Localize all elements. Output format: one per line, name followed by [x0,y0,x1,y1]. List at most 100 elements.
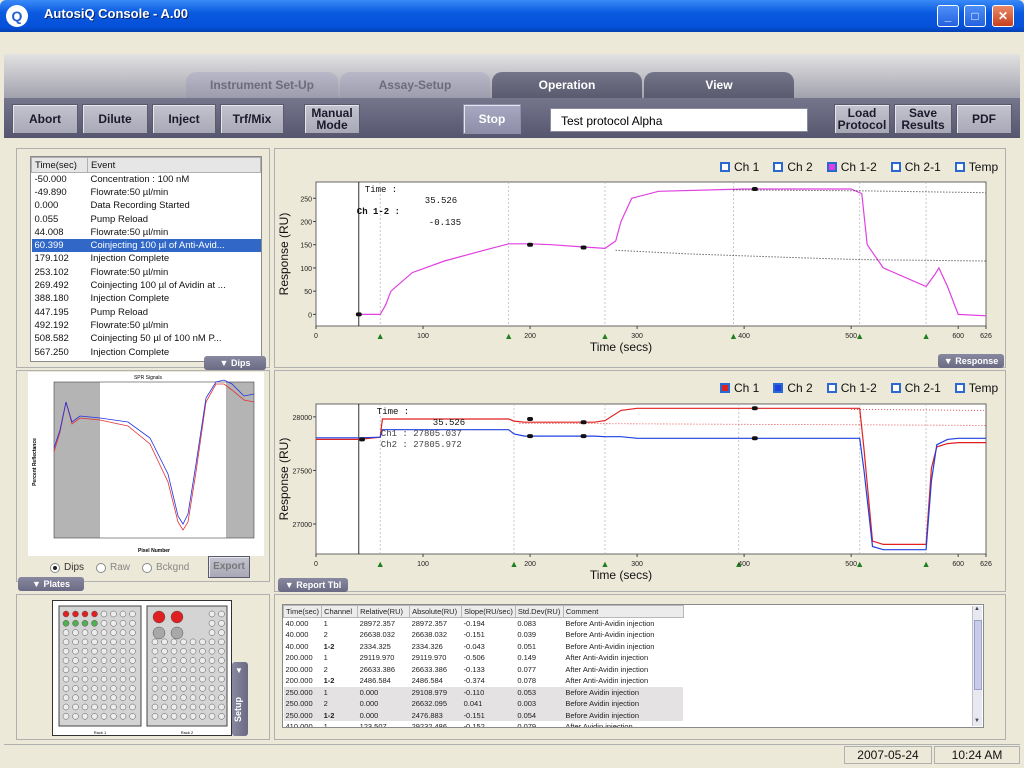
rack1-well[interactable] [62,638,70,646]
rack1-well[interactable] [62,666,70,674]
legend-checkbox[interactable] [826,162,837,172]
tab-operation[interactable]: Operation [492,72,642,98]
rack1-well[interactable] [72,703,79,711]
rack1-well[interactable] [110,620,117,627]
abort-button[interactable]: Abort [12,104,78,134]
data-marker[interactable] [527,434,534,439]
rack2-well[interactable] [180,657,187,664]
report-header-cell[interactable]: Std.Dev(RU) [514,605,564,618]
rack2-well[interactable] [161,675,168,683]
report-scrollbar[interactable]: ▲ ▼ [972,606,982,726]
rack2-well[interactable] [180,703,187,711]
rack1-well[interactable] [119,647,127,655]
rack1-well[interactable] [110,629,117,636]
rack1-well[interactable] [91,647,98,655]
event-row[interactable]: 60.399 Coinjecting 100 µl of Anti-Avid... [31,238,261,253]
rack1-well[interactable] [81,610,89,618]
legend-checkbox[interactable] [890,383,901,393]
rack1-well[interactable] [129,666,136,674]
rack2-well[interactable] [218,629,225,636]
event-row[interactable]: 508.582 Coinjecting 50 µl of 100 nM P... [32,332,261,345]
top-legend-item[interactable]: Ch 1-2 [826,160,877,174]
top-legend-item[interactable]: Ch 2 [773,160,813,174]
rack2-well[interactable] [208,694,216,701]
legend-checkbox[interactable] [890,162,901,172]
rack1-well[interactable] [119,610,127,618]
rack2-well[interactable] [170,694,178,701]
event-row[interactable]: 447.195 Pump Reload [32,305,261,318]
rack1-well[interactable] [72,713,79,720]
data-marker[interactable] [580,245,587,250]
close-button[interactable]: ✕ [992,5,1014,27]
rack1-well[interactable] [119,694,127,701]
rack1-well[interactable] [81,675,89,683]
rack2-well[interactable] [151,675,159,683]
report-row[interactable]: 40.000 1 28972.357 28972.357 -0.194 0.083 Befo… [284,618,684,630]
bottom-legend-item[interactable]: Ch 2-1 [890,381,941,395]
scroll-up-icon[interactable]: ▲ [974,606,980,612]
rack2-well[interactable] [208,685,216,692]
rack1-well[interactable] [81,713,89,720]
legend-checkbox[interactable] [720,383,730,393]
trf-mix-button[interactable]: Trf/Mix [220,104,284,134]
rack2-well[interactable] [218,694,225,701]
rack2-well[interactable] [170,666,178,674]
rack2-well[interactable] [189,647,197,655]
rack2-well[interactable] [180,694,187,701]
protocol-name-field[interactable]: Test protocol Alpha [550,108,808,132]
rack2-well[interactable] [151,685,159,692]
rack2-well[interactable] [218,675,225,683]
rack1-well[interactable] [91,629,98,636]
rack1-well[interactable] [110,610,117,618]
report-row[interactable]: 200.000 1 29119.970 29119.970 -0.506 0.149 Aft… [284,652,684,664]
report-row[interactable]: 250.000 1 0.000 29108.979 -0.110 0.053 Before … [283,686,684,698]
rack2-well[interactable] [208,675,216,683]
minimize-button[interactable]: _ [937,5,959,27]
report-toggle-strip[interactable]: ▼ Report Tbl [278,578,348,592]
rack1-well[interactable] [100,685,108,692]
maximize-button[interactable]: □ [964,5,986,27]
rack2-well[interactable] [199,647,206,655]
rack1-well[interactable] [100,703,108,711]
rack2-well[interactable] [151,713,159,720]
rack2-well[interactable] [218,666,225,674]
rack1-well[interactable] [91,703,98,711]
rack2-well[interactable] [208,657,216,664]
rack2-well[interactable] [208,703,216,711]
rack2-well[interactable] [208,666,216,674]
rack2-well[interactable] [199,657,206,664]
rack1-well[interactable] [81,620,89,627]
event-row[interactable]: 269.492 Coinjecting 100 µl of Avidin at .… [32,279,261,292]
legend-checkbox[interactable] [826,383,837,393]
rack2-well[interactable] [208,629,216,636]
rack1-well[interactable] [62,694,70,701]
rack1-well[interactable] [119,675,127,683]
rack1-well[interactable] [72,620,79,627]
rack1-well[interactable] [62,675,70,683]
rack2-well[interactable] [151,647,159,655]
bottom-legend-item[interactable]: Ch 1-2 [826,381,877,395]
rack2-well[interactable] [180,638,187,646]
dips-toggle-strip[interactable]: ▼ Dips [204,356,266,370]
data-marker[interactable] [527,242,534,247]
rack2-well[interactable] [208,610,216,618]
report-row[interactable]: 40.000 2 26638.032 26638.032 -0.151 0.039 Befo… [284,629,684,641]
rack1-well[interactable] [119,657,127,664]
event-row[interactable]: 0.000 Data Recording Started [32,199,261,212]
event-row[interactable]: 253.102 Flowrate:50 µl/min [32,266,261,279]
rack2-well[interactable] [161,694,168,701]
rack1-well[interactable] [110,666,117,674]
rack1-well[interactable] [100,647,108,655]
rack2-well[interactable] [208,647,216,655]
rack1-well[interactable] [100,620,108,627]
rack2-well[interactable] [170,647,178,655]
rack2-vial[interactable] [170,610,184,624]
rack2-well[interactable] [161,713,168,720]
rack2-well[interactable] [189,638,197,646]
report-header-cell[interactable]: Absolute(RU) [409,605,463,618]
rack1-well[interactable] [100,666,108,674]
event-row[interactable]: 179.102 Injection Complete [32,252,261,265]
rack1-well[interactable] [129,647,136,655]
rack1-well[interactable] [119,703,127,711]
rack1-well[interactable] [129,685,136,692]
